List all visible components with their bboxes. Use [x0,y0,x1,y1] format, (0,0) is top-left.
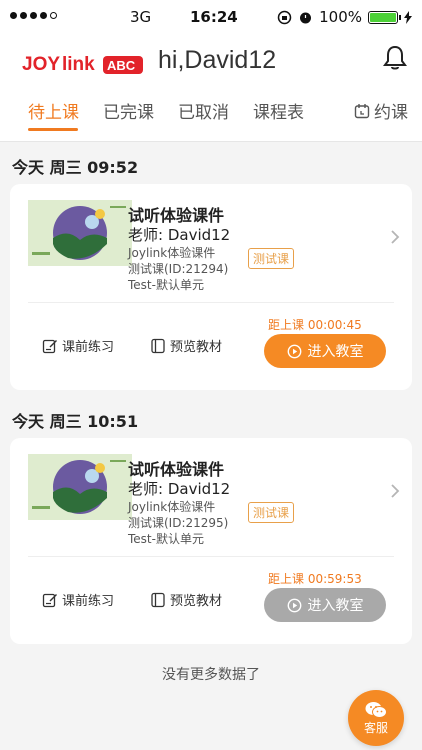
enter-classroom-label: 进入教室 [307,598,364,614]
course-thumbnail [28,200,132,266]
carrier-label: 3G [130,8,152,26]
lesson-unit: Test-默认单元 [128,278,204,292]
svg-text:JOY: JOY [22,54,60,75]
greeting-text: hi,David12 [158,46,277,74]
preview-materials-button[interactable]: 预览教材 [150,336,222,355]
countdown-text: 距上课 00:59:53 [268,572,362,586]
battery-icon [368,10,401,24]
card-divider [28,556,394,557]
lesson-card[interactable]: 试听体验课件 老师: David12 Joylink体验课件 测试课(ID:21… [10,184,412,390]
preview-materials-button[interactable]: 预览教材 [150,590,222,609]
teacher-name: 老师: David12 [128,226,231,244]
no-more-data-text: 没有更多数据了 [162,667,260,683]
chevron-right-icon[interactable] [390,230,400,244]
header: JOY link ABC hi,David12 [0,36,422,88]
preview-materials-label: 预览教材 [170,594,223,609]
tab-schedule[interactable]: 课程表 [253,98,304,123]
course-thumbnail [28,454,132,520]
pre-class-practice-button[interactable]: 课前练习 [42,336,114,355]
lesson-card[interactable]: 试听体验课件 老师: David12 Joylink体验课件 测试课(ID:21… [10,438,412,644]
chevron-right-icon[interactable] [390,484,400,498]
customer-service-button[interactable]: 客服 [348,690,404,746]
customer-service-label: 客服 [363,720,388,735]
alarm-icon [300,12,312,23]
course-name: Joylink体验课件 [128,500,216,514]
course-title: 试听体验课件 [128,460,225,479]
rotation-lock-icon [277,10,292,24]
book-icon [151,338,165,353]
tab-bar: 待上课 已完课 已取消 课程表 约课 [0,88,422,142]
joylink-logo: JOY link ABC [22,54,143,75]
lesson-id: 测试课(ID:21294) [128,262,229,276]
status-bar: 3G 16:24 100% [0,0,422,36]
edit-icon [42,593,57,607]
active-tab-indicator [28,128,78,131]
battery-percent: 100% [319,8,362,26]
play-circle-icon [287,598,301,612]
pre-class-practice-button[interactable]: 课前练习 [42,590,114,609]
preview-materials-label: 预览教材 [170,340,223,355]
pre-class-practice-label: 课前练习 [62,594,115,609]
clock: 16:24 [190,8,238,26]
lesson-unit: Test-默认单元 [128,532,204,546]
play-circle-icon [287,344,301,358]
tab-upcoming[interactable]: 待上课 [28,98,79,123]
book-icon [151,592,165,607]
lesson-date-heading: 今天 周三 09:52 [12,158,139,177]
calendar-icon [354,103,370,118]
pre-class-practice-label: 课前练习 [62,340,115,355]
charging-icon [404,10,412,24]
card-divider [28,302,394,303]
countdown-text: 距上课 00:00:45 [268,318,362,332]
tab-book-class[interactable]: 约课 [354,98,408,123]
lesson-date-heading: 今天 周三 10:51 [12,412,139,431]
signal-icon [10,12,57,19]
course-title: 试听体验课件 [128,206,225,225]
teacher-name: 老师: David12 [128,480,231,498]
tab-completed[interactable]: 已完课 [103,98,154,123]
svg-text:link: link [62,54,95,75]
tab-cancelled[interactable]: 已取消 [178,98,229,123]
enter-classroom-button[interactable]: 进入教室 [264,588,386,622]
wechat-icon [365,701,387,718]
svg-text:ABC: ABC [107,58,136,73]
edit-icon [42,339,57,353]
test-lesson-badge: 测试课 [248,502,295,523]
course-name: Joylink体验课件 [128,246,216,260]
lesson-id: 测试课(ID:21295) [128,516,229,530]
enter-classroom-button[interactable]: 进入教室 [264,334,386,368]
tab-book-label: 约课 [374,103,408,123]
bell-icon[interactable] [382,44,408,72]
enter-classroom-label: 进入教室 [307,344,364,360]
test-lesson-badge: 测试课 [248,248,295,269]
